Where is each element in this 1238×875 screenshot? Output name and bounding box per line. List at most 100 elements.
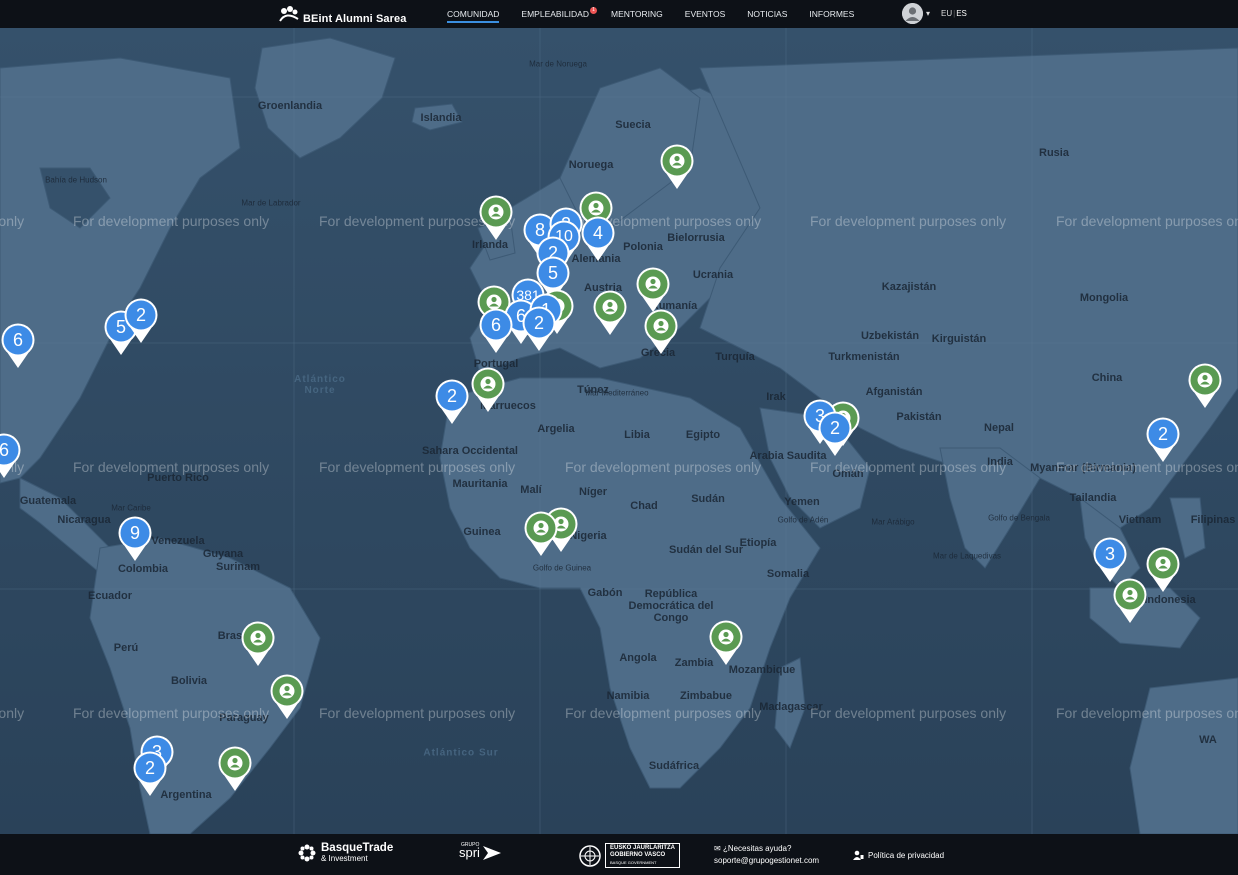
person-icon bbox=[533, 520, 549, 536]
user-marker[interactable] bbox=[470, 366, 506, 412]
label-guinea: Guinea bbox=[463, 526, 501, 538]
user-marker[interactable] bbox=[478, 194, 514, 240]
app-title: BEint Alumni Sarea bbox=[303, 13, 407, 25]
label-bolivia: Bolivia bbox=[170, 675, 208, 687]
gobierno-vasco-logo[interactable]: EUSKO JAURLARITZA GOBIERNO VASCO BASQUE … bbox=[579, 843, 681, 868]
person-icon bbox=[1155, 556, 1171, 572]
label-noruega: Noruega bbox=[568, 159, 614, 171]
label-turquia: Turquía bbox=[715, 351, 755, 363]
privacy-label: Política de privacidad bbox=[868, 850, 945, 860]
label-atlantico-sur: Atlántico Sur bbox=[423, 747, 499, 759]
label-golfo-bengala: Golfo de Bengala bbox=[988, 513, 1050, 523]
gobierno-vasco-text: EUSKO JAURLARITZA GOBIERNO VASCO BASQUE … bbox=[605, 843, 681, 868]
top-navbar: BEint Alumni Sarea COMUNIDAD EMPLEABILID… bbox=[0, 0, 1238, 28]
label-mar-laquedivas: Mar de Laquedivas bbox=[932, 551, 1002, 561]
cluster-marker[interactable]: 2 bbox=[1145, 416, 1181, 462]
user-marker[interactable] bbox=[635, 266, 671, 312]
gobierno-vasco-seal-icon bbox=[579, 844, 601, 867]
label-libia: Libia bbox=[624, 429, 650, 441]
user-marker[interactable] bbox=[708, 619, 744, 665]
nav-noticias[interactable]: NOTICIAS bbox=[736, 0, 798, 28]
user-menu[interactable]: ▾ bbox=[902, 3, 930, 24]
cluster-marker[interactable]: 3 bbox=[1092, 536, 1128, 582]
label-colombia: Colombia bbox=[117, 563, 169, 575]
nav-comunidad[interactable]: COMUNIDAD bbox=[447, 0, 510, 28]
label-islandia: Islandia bbox=[420, 112, 462, 124]
label-oman: Omán bbox=[832, 468, 864, 480]
label-etiopia: Etiopía bbox=[739, 537, 777, 549]
user-marker[interactable] bbox=[523, 510, 559, 556]
label-bahia: Bahía de Hudson bbox=[45, 175, 107, 185]
cluster-marker[interactable]: 6 bbox=[0, 432, 22, 478]
label-myanmar: Myanmar (Birmania) bbox=[1030, 462, 1136, 474]
label-groenlandia: Groenlandia bbox=[257, 100, 323, 112]
person-icon bbox=[602, 299, 618, 315]
person-icon bbox=[227, 755, 243, 771]
world-map[interactable]: Groenlandia Islandia Suecia Noruega Rusi… bbox=[0, 28, 1238, 834]
cluster-count: 3 bbox=[1104, 544, 1115, 564]
user-marker[interactable] bbox=[1187, 362, 1223, 408]
gv-line1: EUSKO JAURLARITZA bbox=[610, 845, 676, 851]
person-icon bbox=[669, 153, 685, 169]
basquetrade-logo[interactable]: BasqueTrade & Investment bbox=[298, 842, 394, 863]
person-icon bbox=[279, 683, 295, 699]
help-email[interactable]: soporte@grupogestionet.com bbox=[714, 855, 819, 867]
label-wa: WA bbox=[1199, 734, 1217, 746]
label-mauritania: Mauritania bbox=[452, 478, 508, 490]
cluster-marker[interactable]: 2 bbox=[132, 750, 168, 796]
user-marker[interactable] bbox=[1145, 546, 1181, 592]
privacy-link[interactable]: Política de privacidad bbox=[853, 850, 944, 860]
person-icon bbox=[250, 630, 266, 646]
chevron-down-icon[interactable]: ▾ bbox=[926, 9, 930, 18]
user-avatar-icon[interactable] bbox=[902, 3, 923, 24]
cluster-count: 2 bbox=[1157, 424, 1168, 444]
main-nav: COMUNIDAD EMPLEABILIDAD 1 MENTORING EVEN… bbox=[447, 0, 865, 28]
app-logo[interactable]: BEint Alumni Sarea bbox=[278, 3, 406, 25]
user-marker[interactable] bbox=[592, 289, 628, 335]
user-marker[interactable] bbox=[240, 620, 276, 666]
label-namibia: Namibia bbox=[606, 690, 650, 702]
person-icon bbox=[1122, 587, 1138, 603]
nav-informes[interactable]: INFORMES bbox=[798, 0, 865, 28]
nav-mentoring[interactable]: MENTORING bbox=[600, 0, 674, 28]
user-marker[interactable] bbox=[1112, 577, 1148, 623]
lang-es[interactable]: ES bbox=[956, 9, 967, 18]
cluster-marker[interactable]: 6 bbox=[478, 307, 514, 353]
label-indonesia: Indonesia bbox=[1144, 594, 1196, 606]
label-surinam: Surinam bbox=[215, 561, 261, 573]
label-sahara: Sahara Occidental bbox=[422, 445, 518, 457]
label-sudan-sur: Sudán del Sur bbox=[669, 544, 743, 556]
cluster-marker[interactable]: 2 bbox=[817, 410, 853, 456]
help-label: ¿Necesitas ayuda? bbox=[722, 844, 792, 853]
cluster-marker[interactable]: 2 bbox=[123, 297, 159, 343]
label-arabia: Arabia Saudita bbox=[749, 450, 827, 462]
spri-arrow-icon bbox=[482, 845, 501, 860]
nav-eventos[interactable]: EVENTOS bbox=[674, 0, 736, 28]
label-angola: Angola bbox=[619, 652, 657, 664]
spri-logo[interactable]: GRUPO spri bbox=[459, 842, 501, 860]
basquetrade-name: BasqueTrade bbox=[321, 842, 394, 854]
cluster-marker[interactable]: 6 bbox=[0, 322, 36, 368]
cluster-count: 2 bbox=[135, 305, 146, 325]
user-marker[interactable] bbox=[643, 308, 679, 354]
label-somalia: Somalia bbox=[766, 568, 810, 580]
cluster-marker[interactable]: 2 bbox=[434, 378, 470, 424]
user-marker[interactable] bbox=[269, 673, 305, 719]
person-icon bbox=[653, 318, 669, 334]
cluster-marker[interactable]: 9 bbox=[117, 515, 153, 561]
label-guatemala: Guatemala bbox=[19, 495, 77, 507]
user-marker[interactable] bbox=[217, 745, 253, 791]
cluster-marker[interactable]: 2 bbox=[521, 305, 557, 351]
label-peru: Perú bbox=[113, 642, 139, 654]
cluster-count: 4 bbox=[592, 223, 603, 243]
user-marker[interactable] bbox=[659, 143, 695, 189]
cluster-marker[interactable]: 4 bbox=[580, 215, 616, 261]
label-kirguistan: Kirguistán bbox=[931, 333, 987, 345]
gv-line2: GOBIERNO VASCO bbox=[610, 852, 666, 858]
nav-empleabilidad[interactable]: EMPLEABILIDAD 1 bbox=[510, 0, 600, 28]
lang-eu[interactable]: EU bbox=[941, 9, 952, 18]
label-afganistan: Afganistán bbox=[865, 386, 923, 398]
label-mongolia: Mongolia bbox=[1079, 292, 1129, 304]
cluster-count: 9 bbox=[129, 523, 140, 543]
footer: BasqueTrade & Investment GRUPO spri EUSK… bbox=[0, 834, 1238, 875]
